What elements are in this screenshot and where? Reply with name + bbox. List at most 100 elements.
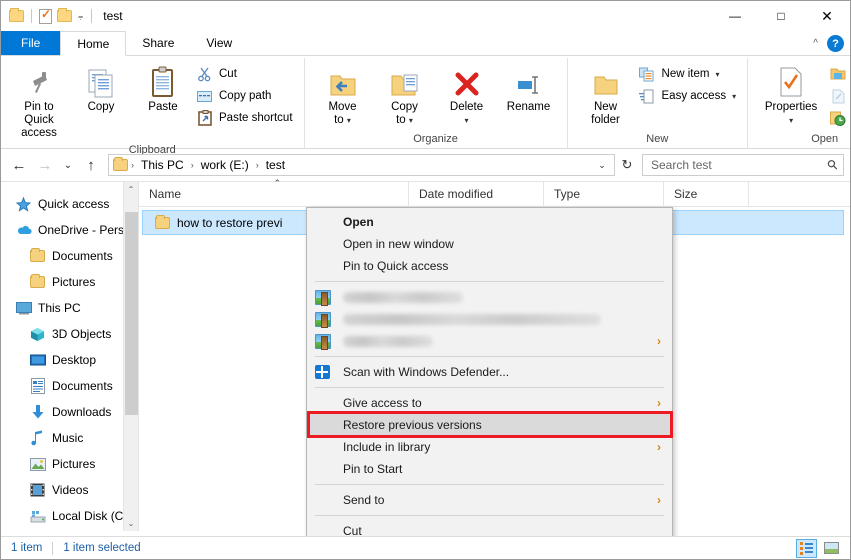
menu-item-open[interactable]: Open <box>307 211 672 233</box>
folder-icon[interactable] <box>9 8 24 22</box>
copy-path-icon <box>196 88 213 104</box>
maximize-button[interactable]: □ <box>758 1 804 31</box>
menu-item-pin-to-quick-access[interactable]: Pin to Quick access <box>307 255 672 277</box>
copy-to-button[interactable]: Copy to ▾ <box>374 61 436 130</box>
sidebar-item-pictures[interactable]: Pictures <box>1 451 138 477</box>
chevron-down-icon[interactable]: ▾ <box>347 116 351 125</box>
cut-button[interactable]: Cut <box>194 65 297 83</box>
pin-to-quick-access-button[interactable]: Pin to Quick access <box>8 61 70 144</box>
recent-locations-button[interactable]: ⌄ <box>59 153 77 177</box>
collapse-ribbon-icon[interactable]: ^ <box>813 38 818 49</box>
search-input[interactable] <box>651 158 829 172</box>
menu-item-redacted-1[interactable] <box>307 286 672 308</box>
copy-path-label: Copy path <box>219 90 272 102</box>
sidebar-item-app-d[interactable]: APP (D:) <box>1 529 138 531</box>
paste-shortcut-label: Paste shortcut <box>219 112 293 124</box>
menu-item-give-access-to[interactable]: Give access to › <box>307 392 672 414</box>
breadcrumb-separator[interactable]: › <box>256 160 259 170</box>
sidebar-item-3d-objects[interactable]: 3D Objects <box>1 321 138 347</box>
open-button[interactable]: Open ▾ <box>827 65 850 83</box>
properties-icon[interactable] <box>39 7 52 24</box>
rename-button[interactable]: Rename <box>498 61 560 117</box>
new-folder-icon[interactable] <box>57 8 72 22</box>
breadcrumb-item-test[interactable]: test <box>262 158 289 172</box>
breadcrumb[interactable]: › This PC › work (E:) › test ⌄ <box>108 154 615 176</box>
paste-shortcut-button[interactable]: Paste shortcut <box>194 109 297 127</box>
breadcrumb-separator[interactable]: › <box>131 160 134 170</box>
sidebar-item-documents[interactable]: Documents <box>1 373 138 399</box>
menu-item-scan-with-windows-defender[interactable]: Scan with Windows Defender... <box>307 361 672 383</box>
sidebar-item-label: Pictures <box>52 457 96 471</box>
customize-dropdown-icon[interactable]: ⩦ <box>77 11 84 22</box>
tab-share[interactable]: Share <box>126 31 190 55</box>
clipboard-small-buttons: Cut Copy path Paste shortcut <box>194 61 297 127</box>
quick-access-toolbar: ⩦ <box>9 7 94 24</box>
minimize-button[interactable]: — <box>712 1 758 31</box>
back-button[interactable]: ← <box>7 153 31 177</box>
sidebar-item-downloads[interactable]: Downloads <box>1 399 138 425</box>
up-button[interactable]: ↑ <box>79 153 103 177</box>
chevron-down-icon[interactable]: ▾ <box>732 92 736 101</box>
chevron-down-icon[interactable]: ▾ <box>789 116 793 125</box>
sidebar-item-desktop[interactable]: Desktop <box>1 347 138 373</box>
delete-button[interactable]: Delete ▾ <box>436 61 498 130</box>
menu-item-send-to[interactable]: Send to › <box>307 489 672 511</box>
breadcrumb-item-work-e[interactable]: work (E:) <box>197 158 253 172</box>
tab-home[interactable]: Home <box>60 31 127 56</box>
window-title: test <box>103 9 123 23</box>
tab-file[interactable]: File <box>1 31 61 55</box>
new-item-button[interactable]: New item ▾ <box>637 65 741 83</box>
menu-item-redacted-3[interactable]: › <box>307 330 672 352</box>
history-button[interactable]: History <box>827 109 850 127</box>
scroll-up-icon[interactable]: ⌃ <box>124 182 138 197</box>
address-dropdown-icon[interactable]: ⌄ <box>594 160 610 171</box>
column-label: Name <box>149 187 182 201</box>
redacted-label <box>343 291 463 303</box>
easy-access-button[interactable]: Easy access ▾ <box>637 87 741 105</box>
large-icons-view-button[interactable] <box>821 539 842 558</box>
scrollbar-thumb[interactable] <box>125 212 138 415</box>
new-folder-button[interactable]: New folder <box>575 61 637 130</box>
menu-item-redacted-2[interactable] <box>307 308 672 330</box>
chevron-down-icon[interactable]: ▾ <box>715 70 719 79</box>
refresh-button[interactable]: ↻ <box>617 157 637 173</box>
sidebar-item-videos[interactable]: Videos <box>1 477 138 503</box>
column-header-size[interactable]: Size <box>664 181 749 207</box>
search-box[interactable]: ⚲ <box>642 154 844 176</box>
menu-item-restore-previous-versions[interactable]: Restore previous versions <box>307 414 672 436</box>
sidebar-item-documents-onedrive[interactable]: Documents <box>1 243 138 269</box>
chevron-down-icon[interactable]: ▾ <box>465 116 469 125</box>
properties-button[interactable]: Properties ▾ <box>755 61 827 130</box>
chevron-down-icon[interactable]: ▾ <box>409 116 413 125</box>
sidebar-item-pictures-onedrive[interactable]: Pictures <box>1 269 138 295</box>
context-menu[interactable]: Open Open in new window Pin to Quick acc… <box>306 207 673 559</box>
scroll-down-icon[interactable]: ⌄ <box>124 516 138 531</box>
breadcrumb-item-this-pc[interactable]: This PC <box>137 158 188 172</box>
menu-item-open-in-new-window[interactable]: Open in new window <box>307 233 672 255</box>
copy-path-button[interactable]: Copy path <box>194 87 297 105</box>
move-to-button[interactable]: Move to ▾ <box>312 61 374 130</box>
delete-icon <box>453 64 481 98</box>
folder-icon <box>29 248 46 264</box>
details-view-button[interactable] <box>796 538 817 558</box>
sidebar-item-this-pc[interactable]: This PC <box>1 295 138 321</box>
sidebar-item-quick-access[interactable]: Quick access <box>1 191 138 217</box>
paste-button[interactable]: Paste <box>132 61 194 117</box>
column-header-name[interactable]: ⌃ Name <box>139 178 409 207</box>
column-header-date-modified[interactable]: Date modified <box>409 181 544 207</box>
sidebar-scrollbar[interactable]: ⌃ ⌄ <box>123 182 138 531</box>
breadcrumb-separator[interactable]: › <box>191 160 194 170</box>
menu-item-pin-to-start[interactable]: Pin to Start <box>307 458 672 480</box>
onedrive-cloud-icon <box>15 222 32 238</box>
menu-item-include-in-library[interactable]: Include in library › <box>307 436 672 458</box>
tab-view[interactable]: View <box>190 31 248 55</box>
winrar-icon <box>315 311 339 328</box>
sidebar-item-onedrive[interactable]: OneDrive - Person <box>1 217 138 243</box>
copy-button[interactable]: Copy <box>70 61 132 117</box>
sidebar-item-local-disk-c[interactable]: Local Disk (C:) <box>1 503 138 529</box>
close-button[interactable]: ✕ <box>804 1 850 31</box>
column-header-type[interactable]: Type <box>544 181 664 207</box>
help-button[interactable]: ? <box>827 35 844 52</box>
sidebar-item-music[interactable]: Music <box>1 425 138 451</box>
open-small-buttons: Open ▾ Edit History <box>827 61 850 127</box>
